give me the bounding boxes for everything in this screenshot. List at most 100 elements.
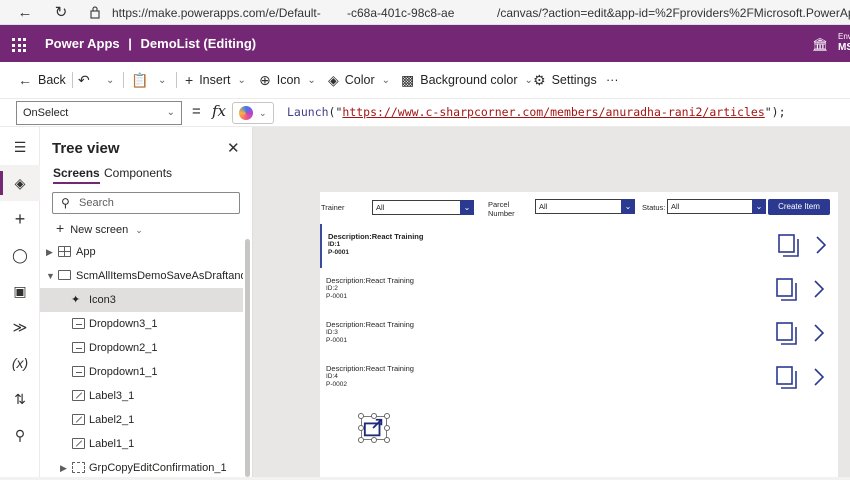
copy-icon[interactable] bbox=[778, 234, 800, 258]
color-label: Color bbox=[344, 73, 375, 87]
tree-node-label: Dropdown3_1 bbox=[89, 318, 158, 330]
back-arrow-icon[interactable]: ← bbox=[14, 1, 36, 23]
resize-handle[interactable] bbox=[358, 437, 364, 443]
title-separator: | bbox=[128, 36, 132, 51]
property-dropdown[interactable]: OnSelect ⌄ bbox=[16, 101, 182, 125]
chevron-right-icon[interactable]: ▶ bbox=[60, 456, 67, 480]
gear-icon: ⚙ bbox=[533, 71, 546, 88]
selected-icon3-control[interactable] bbox=[358, 413, 390, 443]
copy-icon[interactable] bbox=[776, 366, 798, 390]
icon-button[interactable]: ⊕ Icon ⌄ bbox=[259, 62, 316, 98]
refresh-icon[interactable]: ↻ bbox=[50, 1, 72, 23]
chevron-right-icon[interactable] bbox=[814, 280, 824, 298]
environment-picker[interactable]: Env MS bbox=[838, 31, 850, 53]
chevron-down-icon: ⌄ bbox=[237, 74, 246, 86]
back-button[interactable]: ← Back bbox=[18, 62, 66, 98]
more-button[interactable]: ··· bbox=[606, 62, 619, 98]
tab-components[interactable]: Components bbox=[104, 166, 172, 180]
property-value: OnSelect bbox=[23, 107, 69, 119]
status-label: Status: bbox=[642, 203, 666, 212]
tree-node-label3[interactable]: Label3_1 bbox=[40, 384, 243, 408]
power-automate-icon[interactable]: ≫ bbox=[0, 309, 40, 345]
media-icon[interactable]: ▣ bbox=[0, 273, 40, 309]
tree-node-app[interactable]: ▶ App bbox=[40, 240, 243, 264]
chevron-right-icon[interactable]: ▶ bbox=[46, 240, 53, 264]
resize-handle[interactable] bbox=[371, 437, 377, 443]
app-header: Power Apps | DemoList (Editing) 🏛 Env MS bbox=[0, 25, 850, 62]
hamburger-icon[interactable]: ☰ bbox=[0, 129, 40, 165]
chevron-down-icon: ⌄ bbox=[135, 225, 143, 235]
resize-handle[interactable] bbox=[371, 413, 377, 419]
create-item-button[interactable]: Create Item bbox=[768, 199, 830, 215]
dropdown-icon bbox=[72, 366, 85, 377]
status-dropdown[interactable]: All ⌄ bbox=[667, 199, 766, 214]
paste-dropdown-chevron[interactable]: ⌄ bbox=[151, 62, 166, 98]
tab-screens[interactable]: Screens bbox=[53, 166, 100, 184]
close-icon[interactable]: ✕ bbox=[227, 139, 240, 157]
layers-icon[interactable]: ◈ bbox=[0, 165, 40, 201]
tree-node-label1[interactable]: Label1_1 bbox=[40, 432, 243, 456]
circle-plus-icon: ⊕ bbox=[259, 71, 271, 88]
tree-node-dropdown2[interactable]: Dropdown2_1 bbox=[40, 336, 243, 360]
row-description: Description:React Training bbox=[326, 276, 414, 285]
chevron-right-icon[interactable] bbox=[814, 368, 824, 386]
tree-node-dropdown1[interactable]: Dropdown1_1 bbox=[40, 360, 243, 384]
trainer-dropdown[interactable]: All ⌄ bbox=[372, 200, 474, 215]
advanced-tools-icon[interactable]: ⇅ bbox=[0, 381, 40, 417]
new-screen-button[interactable]: + New screen ⌄ bbox=[56, 220, 143, 236]
copilot-icon bbox=[239, 106, 253, 120]
resize-handle[interactable] bbox=[384, 425, 390, 431]
tree-node-screen[interactable]: ▼ ScmAllItemsDemoSaveAsDraftandSubmit bbox=[40, 264, 243, 288]
background-color-button[interactable]: ▩ Background color ⌄ bbox=[401, 62, 533, 98]
url-part-1: https://make.powerapps.com/e/Default- bbox=[112, 5, 321, 20]
plus-icon: + bbox=[56, 220, 65, 236]
gallery-row[interactable]: Description:React Training ID:4 P-0002 bbox=[320, 356, 838, 400]
left-rail: ☰ ◈ + ◯ ▣ ≫ (x) ⇅ ⚲ bbox=[0, 127, 40, 477]
gallery-row[interactable]: Description:React Training ID:3 P-0001 bbox=[320, 312, 838, 356]
resize-handle[interactable] bbox=[384, 413, 390, 419]
fx-icon[interactable]: fx bbox=[212, 102, 226, 120]
external-link-icon bbox=[363, 418, 383, 437]
tree-node-dropdown3[interactable]: Dropdown3_1 bbox=[40, 312, 243, 336]
color-button[interactable]: ◈ Color ⌄ bbox=[328, 62, 390, 98]
tree-node-label2[interactable]: Label2_1 bbox=[40, 408, 243, 432]
tree-node-label: Dropdown1_1 bbox=[89, 366, 158, 378]
row-id: ID:3 bbox=[326, 329, 338, 336]
gallery-row[interactable]: Description:React Training ID:1 P-0001 bbox=[320, 224, 838, 268]
resize-handle[interactable] bbox=[358, 425, 364, 431]
resize-handle[interactable] bbox=[358, 413, 364, 419]
data-cylinder-icon[interactable]: ◯ bbox=[0, 237, 40, 273]
resize-handle[interactable] bbox=[384, 437, 390, 443]
search-placeholder: Search bbox=[79, 197, 114, 209]
tree-scrollbar[interactable] bbox=[245, 239, 250, 477]
settings-button[interactable]: ⚙ Settings bbox=[533, 62, 597, 98]
environment-value: MS bbox=[838, 42, 850, 53]
tree-node-group[interactable]: ▶ GrpCopyEditConfirmation_1 bbox=[40, 456, 243, 480]
tree-search-input[interactable]: ⚲ Search bbox=[52, 192, 240, 214]
formula-bar: OnSelect ⌄ = fx ⌄ Launch("https://www.c-… bbox=[0, 98, 850, 127]
tree-node-icon3[interactable]: ✦ Icon3 bbox=[40, 288, 243, 312]
chevron-down-icon: ⌄ bbox=[158, 74, 167, 86]
variables-icon[interactable]: (x) bbox=[0, 345, 40, 381]
chevron-right-icon[interactable] bbox=[814, 324, 824, 342]
waffle-icon[interactable] bbox=[12, 38, 26, 52]
gallery-row[interactable]: Description:React Training ID:2 P-0001 bbox=[320, 268, 838, 312]
search-icon[interactable]: ⚲ bbox=[0, 417, 40, 453]
chevron-down-icon: ⌄ bbox=[524, 74, 533, 86]
copy-icon[interactable] bbox=[776, 322, 798, 346]
parcel-dropdown[interactable]: All ⌄ bbox=[535, 199, 635, 214]
row-id: ID:4 bbox=[326, 373, 338, 380]
copilot-button[interactable]: ⌄ bbox=[232, 102, 274, 124]
search-icon: ⚲ bbox=[61, 196, 70, 210]
address-bar[interactable]: https://make.powerapps.com/e/Default- bbox=[112, 0, 321, 25]
chevron-right-icon[interactable] bbox=[816, 236, 826, 254]
undo-button[interactable]: ↶ bbox=[78, 62, 96, 98]
insert-button[interactable]: + Insert ⌄ bbox=[185, 62, 246, 98]
insert-plus-icon[interactable]: + bbox=[0, 201, 40, 237]
chevron-down-icon[interactable]: ▼ bbox=[46, 264, 55, 288]
undo-dropdown-chevron[interactable]: ⌄ bbox=[99, 62, 114, 98]
product-name: Power Apps bbox=[45, 36, 120, 51]
copy-icon[interactable] bbox=[776, 278, 798, 302]
environment-icon[interactable]: 🏛 bbox=[812, 37, 829, 53]
formula-input[interactable]: Launch("https://www.c-sharpcorner.com/me… bbox=[287, 99, 786, 126]
